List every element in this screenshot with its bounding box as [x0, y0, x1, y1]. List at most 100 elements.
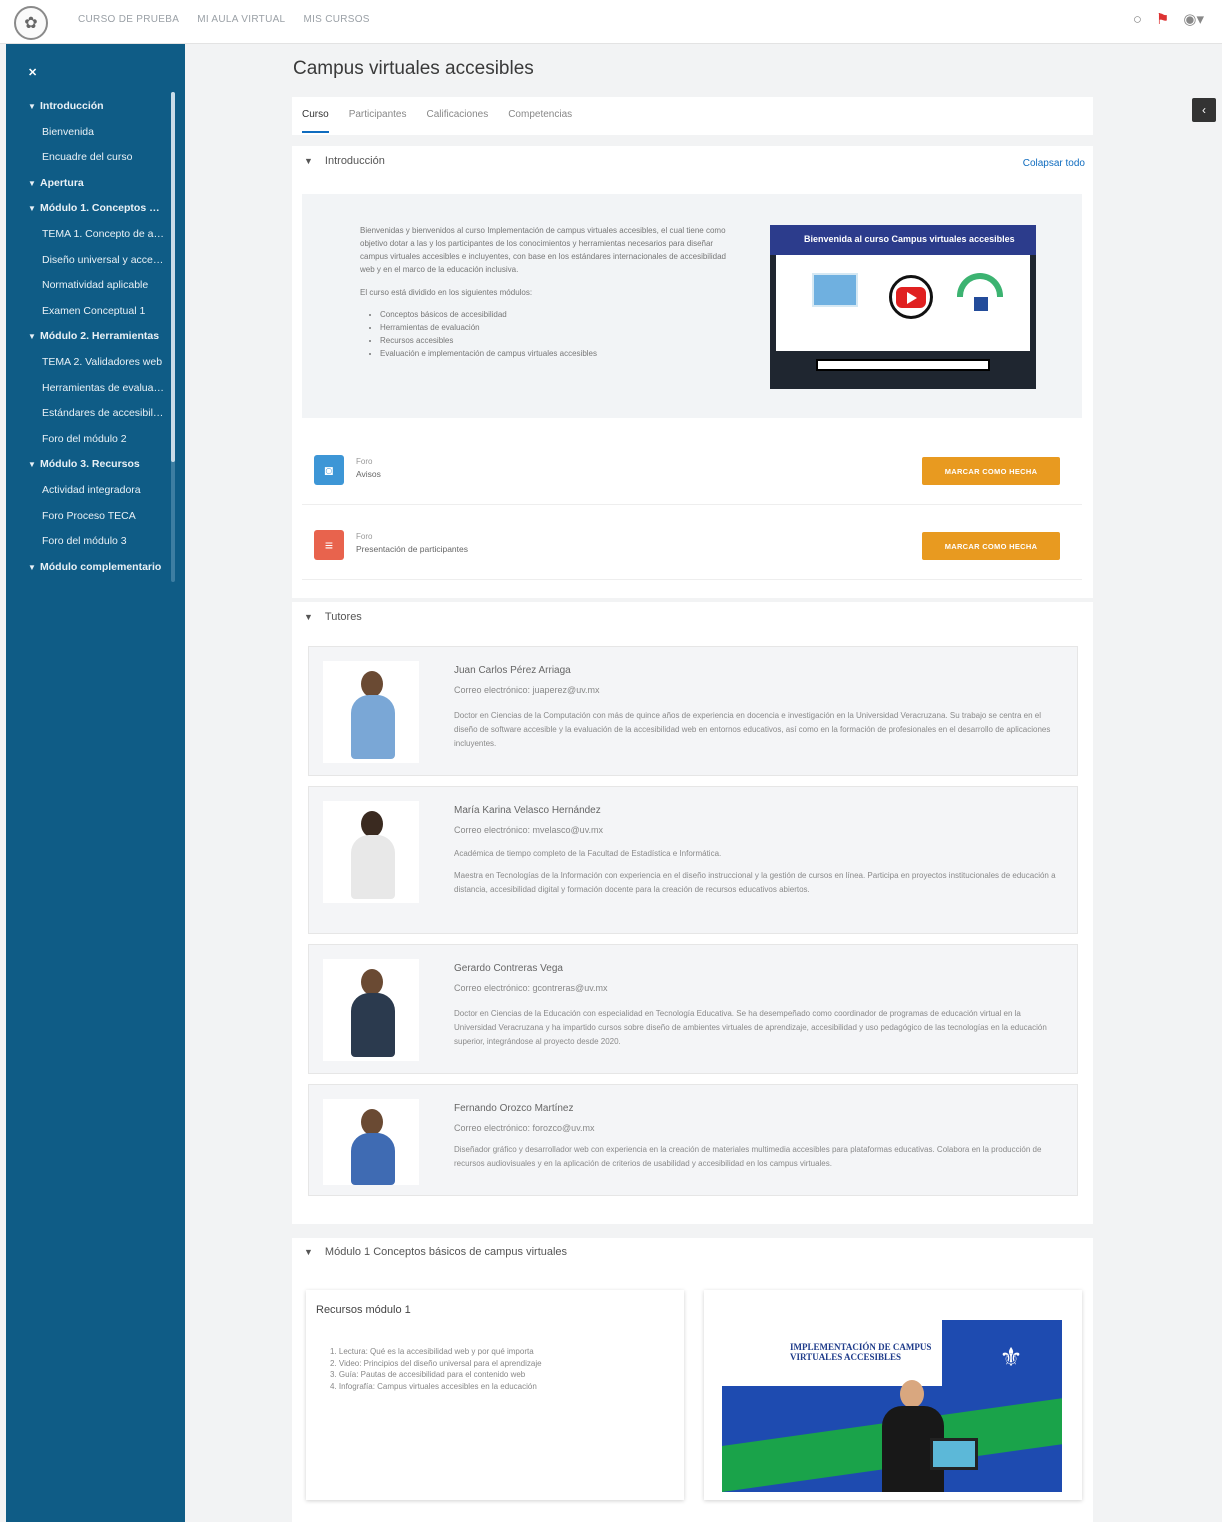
chevron-down-icon[interactable]: ▼	[28, 171, 40, 197]
page-title: Campus virtuales accesibles	[293, 58, 534, 79]
chevron-down-icon[interactable]: ▼	[28, 94, 40, 120]
video-title: Bienvenida al curso Campus virtuales acc…	[804, 234, 1015, 244]
sidebar-item[interactable]: TEMA 1. Concepto de accesibilidad	[6, 222, 171, 248]
sidebar-item[interactable]: ▼Módulo 1. Conceptos básicos	[6, 196, 171, 222]
tab-participants[interactable]: Participantes	[349, 109, 407, 135]
tab-competencies[interactable]: Competencias	[508, 109, 572, 135]
tutor-card: María Karina Velasco Hernández Correo el…	[308, 786, 1078, 934]
chevron-down-icon: ▼	[304, 156, 313, 166]
sidebar-item-label: Encuadre del curso	[42, 151, 133, 164]
sidebar-item-label: Módulo 1. Conceptos básicos	[40, 202, 171, 215]
sidebar-item[interactable]: Estándares de accesibilidad	[6, 401, 171, 427]
tutor-card: Fernando Orozco Martínez Correo electrón…	[308, 1084, 1078, 1196]
sidebar-item[interactable]: ▼ Módulo 3. Recursos	[6, 452, 171, 478]
sidebar-item-label: Actividad integradora	[42, 483, 141, 496]
sidebar-item[interactable]: TEMA 2. Validadores web	[6, 350, 171, 376]
tutor-photo	[323, 801, 419, 903]
nav-link-dashboard[interactable]: MI AULA VIRTUAL	[197, 14, 285, 25]
sidebar-item-label: Estándares de accesibilidad	[42, 407, 171, 420]
list-item[interactable]: 4. Infografía: Campus virtuales accesibl…	[330, 1381, 660, 1393]
section-tutors: ▼ Tutores Juan Carlos Pérez Arriaga Corr…	[292, 602, 1093, 1224]
module-banner-image[interactable]: IMPLEMENTACIÓN DE CAMPUS VIRTUALES ACCES…	[722, 1320, 1062, 1492]
tutor-email[interactable]: Correo electrónico: forozco@uv.mx	[454, 1123, 595, 1133]
welcome-video[interactable]: Bienvenida al curso Campus virtuales acc…	[770, 225, 1036, 389]
list-item[interactable]: 3. Guía: Pautas de accesibilidad para el…	[330, 1369, 660, 1381]
user-menu-icon[interactable]: ◉▾	[1183, 10, 1204, 28]
activity-name[interactable]: Presentación de participantes	[356, 544, 468, 554]
section-title: Tutores	[324, 611, 362, 623]
close-sidebar-icon[interactable]: ✕	[28, 66, 37, 79]
nav-link-course[interactable]: CURSO DE PRUEBA	[78, 14, 179, 25]
collapse-all-link[interactable]: Colapsar todo	[1023, 158, 1085, 169]
tutor-email[interactable]: Correo electrónico: juaperez@uv.mx	[454, 685, 600, 695]
tutor-bio-short: Académica de tiempo completo de la Facul…	[454, 849, 722, 858]
sidebar-item[interactable]: Herramientas de evaluación	[6, 376, 171, 402]
university-seal-icon: ⚜	[999, 1342, 1023, 1372]
section-module-1: ▼ Módulo 1 Conceptos básicos de campus v…	[292, 1238, 1093, 1522]
chevron-down-icon[interactable]: ▼	[28, 452, 40, 478]
tutor-email[interactable]: Correo electrónico: mvelasco@uv.mx	[454, 825, 603, 835]
sidebar-item[interactable]: Bienvenida	[6, 120, 171, 146]
tutor-photo	[323, 959, 419, 1061]
tutor-name: Gerardo Contreras Vega	[454, 963, 563, 974]
tutor-bio: Maestra en Tecnologías de la Información…	[454, 871, 1056, 894]
section-header[interactable]: ▼ Módulo 1 Conceptos básicos de campus v…	[304, 1246, 567, 1258]
sidebar-item[interactable]: ▼ Introducción	[6, 94, 171, 120]
chevron-down-icon[interactable]: ▼	[28, 324, 40, 350]
course-index-list: ▼ Introducción Bienvenida Encuadre del curs…	[6, 94, 171, 580]
activity-type: Foro	[356, 532, 373, 541]
sidebar-item[interactable]: Actividad integradora	[6, 478, 171, 504]
tutor-photo	[323, 1099, 419, 1185]
discussion-icon: ≡	[314, 530, 344, 560]
sidebar-item[interactable]: Foro Proceso TECA	[6, 504, 171, 530]
resources-list: 1. Lectura: Qué es la accesibilidad web …	[330, 1346, 660, 1392]
sidebar-item[interactable]: Normatividad aplicable	[6, 273, 171, 299]
sidebar-item-label: Introducción	[40, 100, 104, 112]
tutor-email[interactable]: Correo electrónico: gcontreras@uv.mx	[454, 983, 608, 993]
tutor-name: Fernando Orozco Martínez	[454, 1103, 574, 1114]
sidebar-item-label: Foro del módulo 3	[42, 535, 127, 548]
open-block-drawer-button[interactable]: ‹	[1192, 98, 1216, 122]
nav-link-my-courses[interactable]: MIS CURSOS	[303, 14, 369, 25]
activity-name[interactable]: Avisos	[356, 469, 381, 479]
tutor-name: María Karina Velasco Hernández	[454, 805, 601, 816]
list-item: Herramientas de evaluación	[380, 322, 738, 333]
sidebar-item[interactable]: Foro del módulo 2	[6, 427, 171, 453]
mark-done-button[interactable]: MARCAR COMO HECHA	[922, 457, 1060, 485]
sidebar-item[interactable]: Encuadre del curso	[6, 145, 171, 171]
sidebar-item[interactable]: ▼ Módulo complementario	[6, 555, 171, 581]
sidebar-item[interactable]: ▼ Módulo 2. Herramientas	[6, 324, 171, 350]
play-icon[interactable]	[889, 275, 933, 319]
notification-icon[interactable]: ○	[1133, 11, 1142, 28]
avatar	[351, 671, 395, 759]
activity-row[interactable]: ≡ Foro Presentación de participantes MAR…	[302, 512, 1082, 580]
screen-illustration	[812, 273, 858, 307]
mark-done-button[interactable]: MARCAR COMO HECHA	[922, 532, 1060, 560]
chevron-down-icon[interactable]: ▼	[28, 555, 40, 581]
sidebar-item[interactable]: Diseño universal y accesibilidad	[6, 248, 171, 274]
top-icons: ○ ⚑ ◉▾	[1133, 10, 1204, 29]
activity-type: Foro	[356, 457, 373, 466]
intro-paragraph-modules: El curso está dividido en los siguientes…	[360, 288, 533, 297]
sidebar-item[interactable]: Foro del módulo 3	[6, 529, 171, 555]
tutor-card: Gerardo Contreras Vega Correo electrónic…	[308, 944, 1078, 1074]
section-header[interactable]: ▼ Introducción	[304, 155, 385, 167]
section-header[interactable]: ▼ Tutores	[304, 611, 362, 623]
sidebar-item-label: Módulo complementario	[40, 560, 162, 573]
list-item[interactable]: 1. Lectura: Qué es la accesibilidad web …	[330, 1346, 660, 1358]
list-item[interactable]: 2. Video: Principios del diseño universa…	[330, 1358, 660, 1370]
sidebar-item[interactable]: Examen Conceptual 1	[6, 299, 171, 325]
sidebar-item-label: TEMA 1. Concepto de accesibilidad	[42, 227, 171, 240]
gauge-illustration	[957, 273, 1003, 297]
modules-list: Conceptos básicos de accesibilidad Herra…	[360, 309, 738, 359]
tab-course[interactable]: Curso	[302, 109, 329, 133]
sidebar-item[interactable]: ▼ Apertura	[6, 171, 171, 197]
sidebar-item-label: Diseño universal y accesibilidad	[42, 253, 171, 266]
activity-row[interactable]: ◙ Foro Avisos MARCAR COMO HECHA	[302, 437, 1082, 505]
university-logo[interactable]: ✿	[14, 6, 48, 40]
messages-icon[interactable]: ⚑	[1156, 10, 1169, 28]
intro-summary: Bienvenidas y bienvenidos al curso Imple…	[302, 194, 1082, 418]
sidebar-scrollbar[interactable]	[171, 92, 175, 582]
chevron-down-icon[interactable]: ▼	[28, 196, 40, 222]
tab-grades[interactable]: Calificaciones	[427, 109, 489, 135]
